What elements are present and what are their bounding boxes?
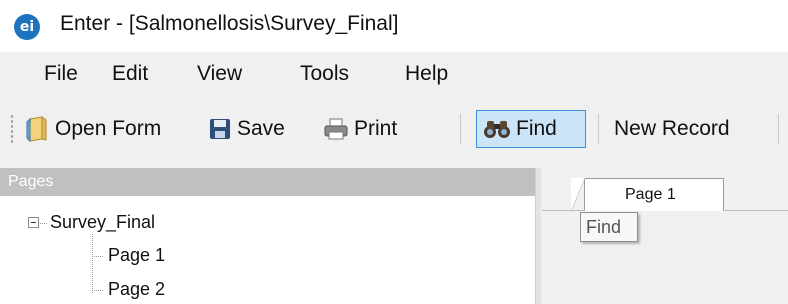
toolbar-separator — [460, 114, 461, 144]
tree-connector — [92, 256, 104, 257]
form-tab-area: Page 1 Find — [542, 168, 788, 304]
tab-page-1[interactable]: Page 1 — [571, 178, 724, 212]
tree-connector — [92, 290, 104, 291]
toolbar: Open Form Save Print Find New Record — [0, 100, 788, 158]
save-label: Save — [237, 117, 285, 140]
binoculars-icon — [484, 121, 510, 138]
menu-view[interactable]: View — [197, 62, 242, 86]
open-form-button[interactable]: Open Form — [24, 110, 161, 148]
app-icon: ei — [14, 14, 40, 40]
open-form-label: Open Form — [55, 117, 162, 140]
tree-item-page-1[interactable]: Page 1 — [108, 245, 165, 266]
menu-edit[interactable]: Edit — [112, 62, 148, 86]
tree-root-survey[interactable]: Survey_Final — [50, 212, 155, 233]
printer-icon — [324, 118, 348, 140]
menu-help[interactable]: Help — [405, 62, 448, 86]
pages-panel-header: Pages — [0, 168, 540, 196]
window-title: Enter - [Salmonellosis\Survey_Final] — [60, 12, 399, 35]
tree-collapse-toggle[interactable] — [28, 217, 39, 228]
find-label: Find — [516, 117, 557, 140]
open-form-icon — [26, 116, 47, 143]
menu-tools[interactable]: Tools — [300, 62, 349, 86]
print-label: Print — [354, 117, 398, 140]
find-tooltip: Find — [580, 212, 638, 242]
toolbar-separator — [778, 114, 779, 144]
pages-panel: Pages Survey_Final Page 1 Page 2 — [0, 168, 541, 304]
new-record-label: New Record — [614, 117, 730, 140]
save-icon — [210, 119, 230, 139]
toolbar-separator — [598, 114, 599, 144]
title-bar: ei Enter - [Salmonellosis\Survey_Final] — [0, 0, 788, 52]
find-button[interactable]: Find — [476, 110, 586, 148]
panel-splitter[interactable] — [535, 168, 541, 304]
save-button[interactable]: Save — [208, 110, 285, 148]
menu-bar: File Edit View Tools Help — [0, 52, 788, 100]
menu-file[interactable]: File — [44, 62, 78, 86]
tree-connector — [92, 234, 93, 294]
tree-connector — [40, 223, 48, 224]
toolbar-grip[interactable] — [10, 114, 14, 144]
print-button[interactable]: Print — [323, 110, 397, 148]
new-record-button[interactable]: New Record — [614, 110, 730, 148]
tree-item-page-2[interactable]: Page 2 — [108, 279, 165, 300]
